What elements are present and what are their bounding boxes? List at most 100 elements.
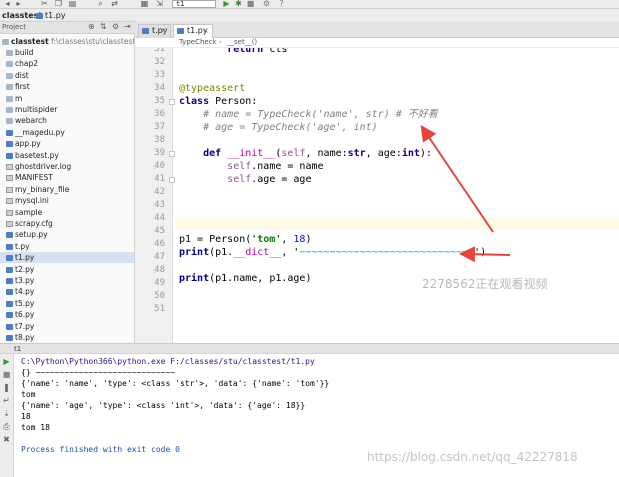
code-editor[interactable]: 31 32 33 34 35 36 37 38 39 40 41 42 43 44 45 46 47 48 49 50… xyxy=(135,48,619,343)
copy-icon[interactable]: ❐ xyxy=(54,0,63,8)
collapse-icon[interactable]: ⇅ xyxy=(100,22,107,31)
tree-item[interactable]: t1.py xyxy=(0,252,134,264)
tree-item[interactable]: t4.py xyxy=(0,286,134,297)
structure-breadcrumb: TypeCheck › __set__() xyxy=(135,38,619,48)
line-number: 35 xyxy=(154,96,165,106)
run-config-selector[interactable]: t1 xyxy=(172,0,216,8)
stop-icon[interactable]: ■ xyxy=(246,0,255,8)
structure-class[interactable]: TypeCheck xyxy=(179,38,217,47)
find-icon[interactable]: ⌕ xyxy=(96,0,105,8)
file-icon xyxy=(6,209,13,216)
tree-item[interactable]: m xyxy=(0,93,134,104)
tab-t-py[interactable]: t.py × xyxy=(138,24,171,38)
structure-method[interactable]: __set__() xyxy=(227,38,257,47)
help-icon[interactable]: ? xyxy=(277,0,286,8)
tree-item[interactable]: my_binary_file xyxy=(0,184,134,195)
debug-icon[interactable]: ✱ xyxy=(234,0,243,8)
code-line-37: # age = TypeCheck('age', int) xyxy=(203,122,378,133)
replace-icon[interactable]: ⇄ xyxy=(110,0,119,8)
fold-marker-icon[interactable] xyxy=(169,151,175,157)
tree-item-label: t3.py xyxy=(15,276,35,285)
run-panel-header: t1 xyxy=(0,343,619,354)
line-number: 42 xyxy=(154,187,165,197)
tree-item-label: multispider xyxy=(15,105,58,114)
nav-file[interactable]: t1.py xyxy=(45,10,66,21)
line-number: 50 xyxy=(154,291,165,301)
tree-item[interactable]: chap2 xyxy=(0,58,134,69)
tree-item[interactable]: t7.py xyxy=(0,321,134,332)
tree-item-label: chap2 xyxy=(15,59,39,69)
python-file-icon xyxy=(6,141,13,148)
paste-icon[interactable]: ▤ xyxy=(68,0,77,8)
tree-item[interactable]: t8.py xyxy=(0,332,134,343)
hide-panel-icon[interactable]: ⇥ xyxy=(124,22,131,31)
tree-item[interactable]: build xyxy=(0,47,134,58)
tree-root[interactable]: classtest f:\classes\stu\classtest xyxy=(2,36,134,47)
gear-icon[interactable]: ⚙ xyxy=(112,22,119,31)
folder-icon xyxy=(6,72,13,79)
tree-item-label: dist xyxy=(15,70,29,80)
console-line: tom xyxy=(21,390,36,399)
project-tree: classtest f:\classes\stu\classtest build… xyxy=(0,34,135,343)
console-line: Process finished with exit code 0 xyxy=(21,445,180,454)
tree-item[interactable]: __magedu.py xyxy=(0,127,134,138)
tree-item[interactable]: mysql.ini xyxy=(0,195,134,206)
root-name: classtest xyxy=(11,37,49,46)
tab-t1-py[interactable]: t1.py × xyxy=(173,24,213,38)
console-line: 18 xyxy=(21,412,31,421)
fold-marker-icon[interactable] xyxy=(169,99,175,105)
project-panel-label[interactable]: Project xyxy=(2,23,26,31)
forward-icon[interactable]: ▸ xyxy=(14,0,23,8)
tree-item[interactable]: scrapy.cfg xyxy=(0,218,134,229)
python-file-icon xyxy=(6,152,13,159)
tree-item[interactable]: ghostdriver.log xyxy=(0,161,134,172)
cut-icon[interactable]: ✂ xyxy=(40,0,49,8)
tree-item[interactable]: multispider xyxy=(0,104,134,115)
tree-item[interactable]: MANIFEST xyxy=(0,172,134,183)
settings-icon[interactable]: ⚙ xyxy=(262,0,271,8)
python-file-icon xyxy=(142,28,149,34)
project-panel-header: Project ⊕ ⇅ ⚙ ⇥ xyxy=(0,22,135,34)
scroll-end-icon[interactable]: ⇣ xyxy=(2,409,11,418)
editor-tabs: t.py × t1.py × xyxy=(135,22,619,38)
tree-item[interactable]: t2.py xyxy=(0,264,134,275)
python-file-icon xyxy=(6,255,13,262)
line-number: 46 xyxy=(154,239,165,249)
fold-marker-icon[interactable] xyxy=(169,177,175,183)
folder-icon xyxy=(6,84,13,91)
pause-icon[interactable]: ❚ xyxy=(2,383,11,392)
run-panel-title[interactable]: t1 xyxy=(14,344,21,354)
python-file-icon xyxy=(6,129,13,136)
tree-item[interactable]: sample xyxy=(0,207,134,218)
tree-item[interactable]: t5.py xyxy=(0,298,134,309)
rerun-icon[interactable]: ▶ xyxy=(2,357,11,366)
tree-item[interactable]: setup.py xyxy=(0,229,134,240)
tree-item[interactable]: first xyxy=(0,81,134,92)
trash-icon[interactable]: ✖ xyxy=(2,435,11,444)
tree-item-label: webarch xyxy=(15,116,47,126)
run-icon[interactable]: ▶ xyxy=(222,0,231,8)
back-icon[interactable]: ◂ xyxy=(3,0,12,8)
tree-item[interactable]: t6.py xyxy=(0,309,134,320)
locate-icon[interactable]: ⊕ xyxy=(88,22,95,31)
tree-item[interactable]: t.py xyxy=(0,241,134,252)
tree-item[interactable]: webarch xyxy=(0,115,134,126)
tree-item[interactable]: t3.py xyxy=(0,275,134,286)
stop-icon[interactable]: ■ xyxy=(2,370,11,379)
build-icon[interactable]: ▦ xyxy=(140,0,149,8)
file-icon xyxy=(6,198,13,205)
line-number: 32 xyxy=(154,57,165,67)
navigate-icon[interactable]: ⇲ xyxy=(155,0,164,8)
close-icon[interactable]: × xyxy=(202,25,209,37)
console-line: tom 18 xyxy=(21,423,50,432)
line-number: 44 xyxy=(154,213,165,223)
soft-wrap-icon[interactable]: ↵ xyxy=(2,396,11,405)
tree-item-label: ghostdriver.log xyxy=(15,162,72,171)
line-number: 51 xyxy=(154,304,165,314)
tree-item[interactable]: app.py xyxy=(0,138,134,149)
print-icon[interactable]: ⎙ xyxy=(2,422,11,431)
tree-item[interactable]: basetest.py xyxy=(0,150,134,161)
tree-item-label: t7.py xyxy=(15,321,35,331)
tree-item[interactable]: dist xyxy=(0,70,134,81)
close-icon[interactable]: × xyxy=(160,25,167,37)
